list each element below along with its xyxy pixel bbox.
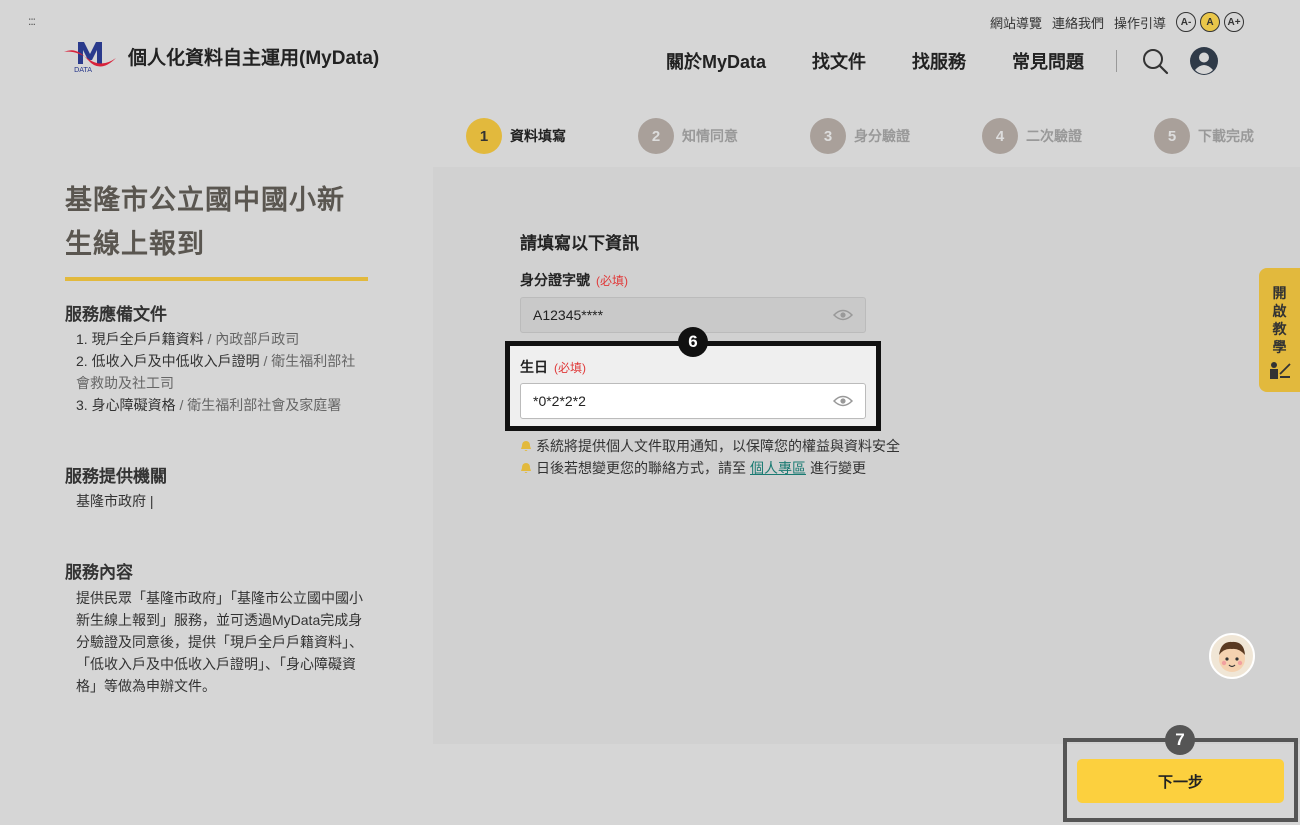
list-item: 2. 低收入戶及中低收入戶證明 / 衛生福利部社會救助及社工司 — [76, 350, 368, 394]
mydata-logo-icon: DATA — [62, 38, 118, 74]
nav-faq[interactable]: 常見問題 — [1012, 48, 1084, 74]
doc-separator: / — [259, 353, 272, 369]
notice-text: 系統將提供個人文件取用通知，以保障您的權益與資料安全 — [536, 438, 900, 454]
step-label: 二次驗證 — [1026, 128, 1082, 144]
service-description: 提供民眾「基隆市政府」「基隆市公立國中國小新生線上報到」服務，並可透過MyDat… — [76, 590, 363, 694]
provider-name: 基隆市政府 | — [76, 493, 154, 509]
step-marker-7: 7 — [1165, 725, 1195, 755]
step-3: 3 身分驗證 — [810, 118, 910, 154]
notice-text: 日後若想變更您的聯絡方式，請至 — [536, 460, 746, 476]
font-small-button[interactable]: A- — [1176, 12, 1196, 32]
bell-icon — [521, 463, 531, 473]
utility-bar: 網站導覽 連絡我們 操作引導 A- A A+ — [990, 12, 1244, 32]
docs-list: 1. 現戶全戶戶籍資料 / 內政部戶政司 2. 低收入戶及中低收入戶證明 / 衛… — [76, 328, 368, 416]
step-number: 5 — [1154, 118, 1190, 154]
birth-label-text: 生日 — [520, 359, 548, 375]
progress-steps: 1 資料填寫 2 知情同意 3 身分驗證 4 二次驗證 5 下載完成 — [466, 118, 1254, 154]
required-tag: (必填) — [554, 361, 586, 375]
nav-services[interactable]: 找服務 — [912, 48, 966, 74]
chatbot-avatar-icon[interactable] — [1209, 633, 1255, 679]
doc-org: 衛生福利部社會及家庭署 — [187, 397, 342, 413]
notice-1: 系統將提供個人文件取用通知，以保障您的權益與資料安全 — [520, 436, 900, 456]
main-nav: 關於MyData 找文件 找服務 常見問題 — [666, 46, 1219, 76]
site-logo[interactable]: DATA 個人化資料自主運用(MyData) — [62, 38, 379, 74]
id-field-label: 身分證字號 (必填) — [520, 270, 628, 290]
id-number-value: A12345**** — [533, 307, 604, 323]
font-large-button[interactable]: A+ — [1224, 12, 1244, 32]
eye-icon[interactable] — [833, 395, 853, 407]
nav-about[interactable]: 關於MyData — [666, 48, 766, 74]
doc-separator: / — [203, 331, 216, 347]
list-item: 3. 身心障礙資格 / 衛生福利部社會及家庭署 — [76, 394, 368, 416]
step-label: 下載完成 — [1198, 128, 1254, 144]
user-account-icon[interactable] — [1189, 46, 1219, 76]
birth-field-label: 生日 (必填) — [520, 357, 586, 377]
bell-icon — [521, 441, 531, 451]
nav-divider — [1116, 50, 1118, 72]
id-label-text: 身分證字號 — [520, 272, 590, 288]
doc-name: 1. 現戶全戶戶籍資料 — [76, 331, 204, 347]
title-underline — [65, 277, 368, 281]
step-1: 1 資料填寫 — [466, 118, 566, 154]
doc-name: 2. 低收入戶及中低收入戶證明 — [76, 353, 260, 369]
drag-handle-icon[interactable]: ::: — [28, 14, 36, 28]
font-normal-button[interactable]: A — [1200, 12, 1220, 32]
step-marker-6: 6 — [678, 327, 708, 357]
notice-text-end: 進行變更 — [810, 460, 866, 476]
contact-link[interactable]: 連絡我們 — [1052, 13, 1104, 32]
font-size-controls: A- A A+ — [1176, 12, 1244, 32]
nav-documents[interactable]: 找文件 — [812, 48, 866, 74]
step-number: 2 — [638, 118, 674, 154]
step-number: 3 — [810, 118, 846, 154]
eye-icon[interactable] — [833, 309, 853, 321]
step-label: 資料填寫 — [510, 128, 566, 144]
search-icon[interactable] — [1141, 47, 1169, 75]
doc-separator: / — [175, 397, 188, 413]
content-heading: 服務內容 — [65, 563, 133, 582]
personal-area-link[interactable]: 個人專區 — [750, 458, 806, 478]
birthday-value: *0*2*2*2 — [533, 393, 586, 409]
notice-2: 日後若想變更您的聯絡方式，請至 個人專區 進行變更 — [520, 458, 866, 478]
birthday-field[interactable]: *0*2*2*2 — [520, 383, 866, 419]
doc-name: 3. 身心障礙資格 — [76, 397, 176, 413]
open-tutorial-tab[interactable]: 開啟教學 — [1259, 268, 1300, 392]
provider-heading: 服務提供機關 — [65, 467, 167, 486]
sitemap-link[interactable]: 網站導覽 — [990, 13, 1042, 32]
step-label: 身分驗證 — [854, 128, 910, 144]
next-button[interactable]: 下一步 — [1077, 759, 1284, 803]
step-4: 4 二次驗證 — [982, 118, 1082, 154]
step-5: 5 下載完成 — [1154, 118, 1254, 154]
step-number: 1 — [466, 118, 502, 154]
form-heading: 請填寫以下資訊 — [520, 234, 639, 253]
required-tag: (必填) — [596, 274, 628, 288]
service-title: 基隆市公立國中國小新生線上報到 — [65, 185, 345, 259]
doc-org: 內政部戶政司 — [215, 331, 300, 347]
step-number: 4 — [982, 118, 1018, 154]
list-item: 1. 現戶全戶戶籍資料 / 內政部戶政司 — [76, 328, 368, 350]
step-label: 知情同意 — [682, 128, 738, 144]
step-2: 2 知情同意 — [638, 118, 738, 154]
guide-link[interactable]: 操作引導 — [1114, 13, 1166, 32]
logo-sub-text: DATA — [74, 66, 92, 74]
teacher-icon — [1269, 362, 1291, 379]
docs-heading: 服務應備文件 — [65, 305, 167, 324]
tutorial-label: 開啟教學 — [1272, 285, 1287, 355]
site-title: 個人化資料自主運用(MyData) — [128, 47, 380, 69]
